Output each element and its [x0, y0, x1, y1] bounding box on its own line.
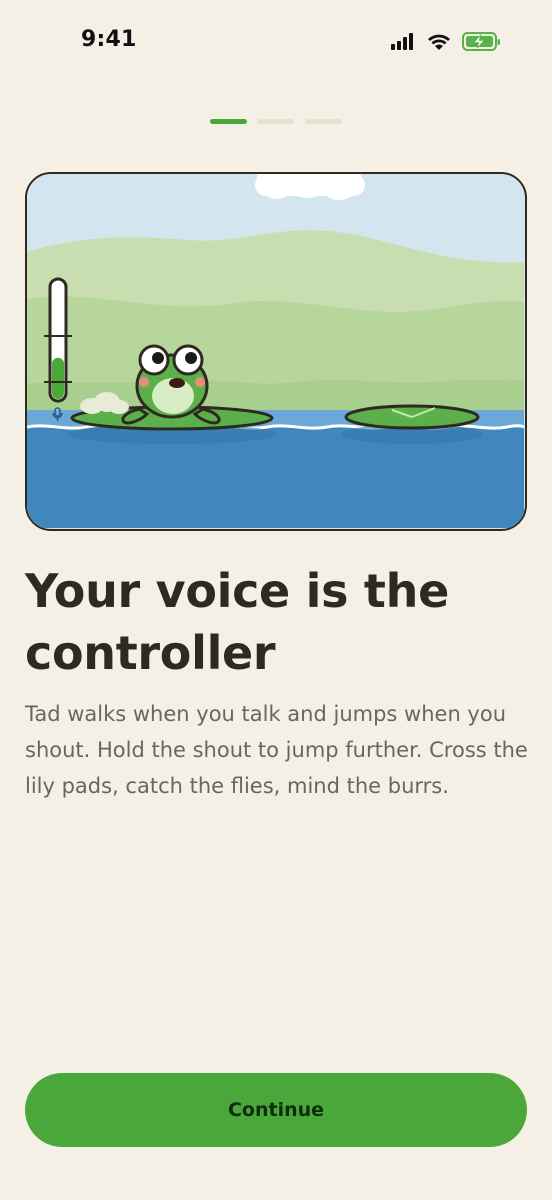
- battery-charging-icon: [462, 32, 500, 51]
- status-time: 9:41: [81, 27, 137, 52]
- status-bar: 9:41: [0, 0, 552, 84]
- page-dot-2: [257, 119, 294, 124]
- cellular-signal-icon: [391, 33, 413, 50]
- cloud: [255, 174, 365, 200]
- game-illustration: [25, 172, 527, 531]
- continue-button[interactable]: Continue: [25, 1073, 527, 1147]
- page-indicator: [210, 119, 344, 125]
- lily-pad-2: [342, 404, 482, 444]
- onboarding-headline: Your voice is the controller: [25, 564, 449, 680]
- status-icons: [390, 30, 505, 54]
- page-dot-3: [305, 119, 342, 124]
- wifi-icon: [428, 34, 450, 50]
- page-dot-1: [210, 119, 247, 124]
- onboarding-body: Tad walks when you talk and jumps when y…: [25, 702, 528, 798]
